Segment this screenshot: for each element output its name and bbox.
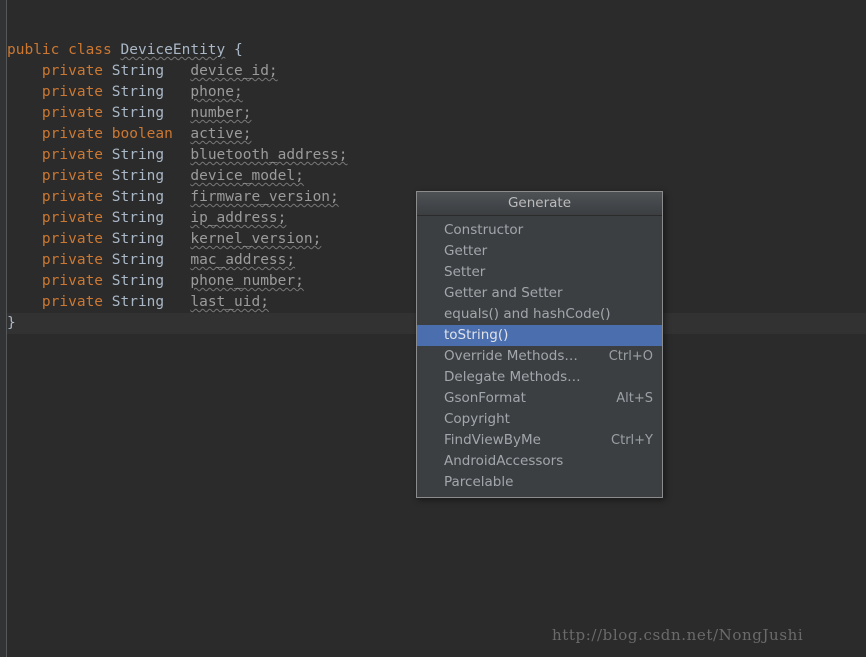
field-type: String <box>111 147 165 163</box>
field-type: String <box>111 273 165 289</box>
menu-item[interactable]: Override Methods… Ctrl+O <box>417 346 662 367</box>
menu-item[interactable]: Getter and Setter <box>417 283 662 304</box>
modifier-keyword: private <box>41 273 112 289</box>
menu-item[interactable]: FindViewByMe Ctrl+Y <box>417 430 662 451</box>
modifier-keyword: private <box>41 63 112 79</box>
keyword-class: class <box>68 42 121 58</box>
menu-item[interactable]: equals() and hashCode() <box>417 304 662 325</box>
modifier-keyword: private <box>41 252 112 268</box>
keyword-public: public <box>7 42 69 58</box>
field-name: device_model; <box>190 168 304 184</box>
watermark-text: http://blog.csdn.net/NongJushi <box>552 626 804 644</box>
modifier-keyword: private <box>41 147 112 163</box>
menu-item-label: Constructor <box>444 222 524 238</box>
modifier-keyword: private <box>41 294 112 310</box>
field-type: String <box>111 168 165 184</box>
field-name: device_id; <box>190 63 278 79</box>
menu-item-label: Getter <box>444 243 488 259</box>
menu-item-label: Delegate Methods… <box>444 369 581 385</box>
menu-item-label: AndroidAccessors <box>444 453 564 469</box>
menu-item[interactable]: Getter <box>417 241 662 262</box>
class-name: DeviceEntity <box>120 42 226 58</box>
field-type: String <box>111 231 165 247</box>
modifier-keyword: private <box>41 168 112 184</box>
menu-item-label: Override Methods… <box>444 348 578 364</box>
code-line: private String bluetooth_address; <box>7 145 866 166</box>
menu-item[interactable]: Constructor <box>417 220 662 241</box>
field-name: bluetooth_address; <box>190 147 348 163</box>
menu-item-label: toString() <box>444 327 509 343</box>
menu-item-shortcut: Alt+S <box>616 391 653 406</box>
generate-menu-list[interactable]: Constructor Getter Setter Getter and Setter… <box>417 216 662 497</box>
code-line: private boolean active; <box>7 124 866 145</box>
modifier-keyword: private <box>41 231 112 247</box>
field-name: active; <box>190 126 252 142</box>
code-line: private String number; <box>7 103 866 124</box>
field-name: phone; <box>190 84 243 100</box>
menu-item[interactable]: Delegate Methods… <box>417 367 662 388</box>
open-brace: { <box>225 42 243 58</box>
popup-title: Generate <box>417 192 662 216</box>
field-name: ip_address; <box>190 210 287 226</box>
field-name: firmware_version; <box>190 189 339 205</box>
menu-item-label: Setter <box>444 264 486 280</box>
modifier-keyword: private <box>41 126 112 142</box>
menu-item-label: Parcelable <box>444 474 514 490</box>
menu-item-shortcut: Ctrl+O <box>608 349 653 364</box>
field-type: String <box>111 252 165 268</box>
field-name: last_uid; <box>190 294 269 310</box>
menu-item-label: Copyright <box>444 411 510 427</box>
modifier-keyword: private <box>41 210 112 226</box>
code-line: private String device_id; <box>7 61 866 82</box>
field-type: String <box>111 84 165 100</box>
field-type: boolean <box>111 126 173 142</box>
code-line: private String device_model; <box>7 166 866 187</box>
modifier-keyword: private <box>41 105 112 121</box>
field-type: String <box>111 63 165 79</box>
modifier-keyword: private <box>41 189 112 205</box>
menu-item-shortcut: Ctrl+Y <box>611 433 653 448</box>
menu-item-label: equals() and hashCode() <box>444 306 611 322</box>
code-line: private String phone; <box>7 82 866 103</box>
menu-item[interactable]: GsonFormat Alt+S <box>417 388 662 409</box>
code-line: public class DeviceEntity { <box>7 40 866 61</box>
menu-item[interactable]: AndroidAccessors <box>417 451 662 472</box>
menu-item[interactable]: Copyright <box>417 409 662 430</box>
menu-item-label: FindViewByMe <box>444 432 541 448</box>
field-type: String <box>111 210 165 226</box>
field-type: String <box>111 294 165 310</box>
menu-item[interactable]: toString() <box>417 325 662 346</box>
field-name: phone_number; <box>190 273 304 289</box>
field-type: String <box>111 189 165 205</box>
generate-popup[interactable]: Generate Constructor Getter Setter Getter a… <box>416 191 663 498</box>
menu-item-label: GsonFormat <box>444 390 526 406</box>
menu-item-label: Getter and Setter <box>444 285 563 301</box>
modifier-keyword: private <box>41 84 112 100</box>
menu-item[interactable]: Setter <box>417 262 662 283</box>
field-type: String <box>111 105 165 121</box>
menu-item[interactable]: Parcelable <box>417 472 662 493</box>
field-name: kernel_version; <box>190 231 322 247</box>
field-name: number; <box>190 105 252 121</box>
field-name: mac_address; <box>190 252 296 268</box>
closing-brace: } <box>7 315 16 331</box>
